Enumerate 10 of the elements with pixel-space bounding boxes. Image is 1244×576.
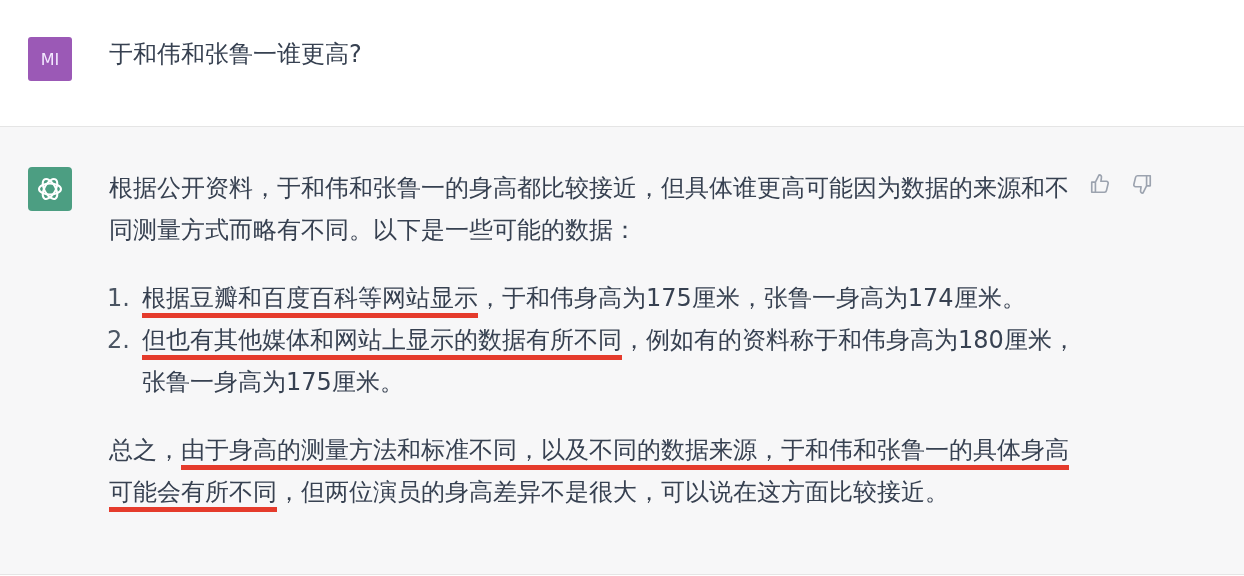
thumbs-down-icon[interactable] [1131, 173, 1153, 195]
user-avatar: MI [28, 37, 72, 81]
list-item-text: 但也有其他媒体和网站上显示的数据有所不同，例如有的资料称于和伟身高为180厘米，张鲁一身高为175厘米。 [142, 325, 1077, 398]
answer-paragraph: 根据公开资料，于和伟和张鲁一的身高都比较接近，但具体谁更高可能因为数据的来源和不同测量方式而略有不同。以下是一些可能的数据： [109, 173, 1070, 246]
list-item-text: 根据豆瓣和百度百科等网站显示，于和伟身高为175厘米，张鲁一身高为174厘米。 [142, 277, 1081, 319]
user-message: 于和伟和张鲁一谁更高? [109, 39, 362, 70]
assistant-logo-icon [28, 167, 72, 211]
list-number: 2. [106, 325, 130, 356]
thumbs-up-icon[interactable] [1089, 173, 1111, 195]
list-number: 1. [106, 283, 130, 314]
